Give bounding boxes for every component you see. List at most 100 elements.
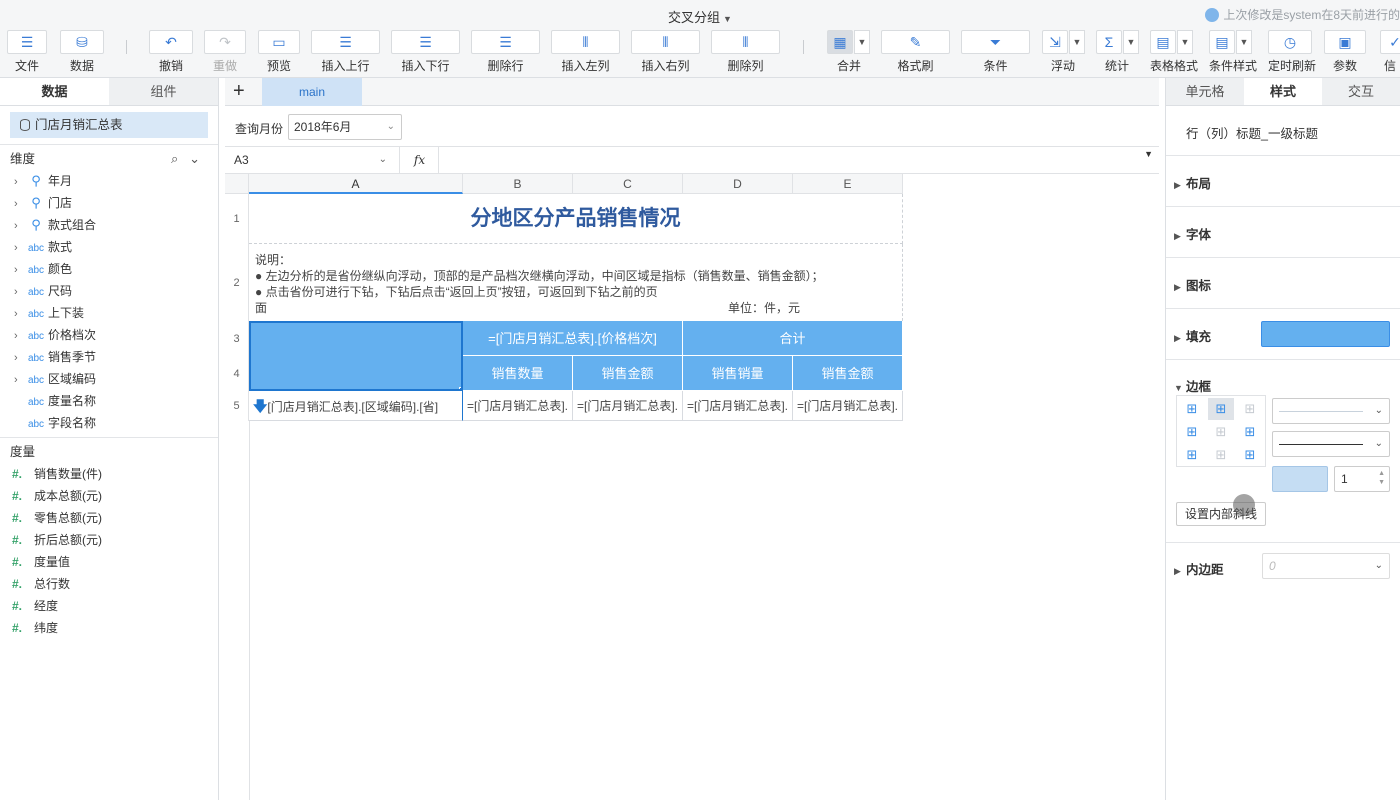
chevron-right-icon[interactable]: › xyxy=(14,259,24,281)
chevron-down-icon[interactable]: ▼ xyxy=(854,30,870,54)
merge-button[interactable]: ▦ ▼ 合并 xyxy=(827,30,871,76)
header-cell-e4[interactable]: 销售金额 xyxy=(793,356,903,391)
column-header-a[interactable]: A xyxy=(249,174,463,194)
border-color-swatch[interactable] xyxy=(1272,466,1328,492)
border-inner-v-icon[interactable]: ⊞ xyxy=(1208,444,1234,466)
dimension-item[interactable]: › ⚲ 年月 xyxy=(0,170,218,192)
cell-reference-box[interactable]: A3 ⌄ xyxy=(225,147,400,173)
tab-data[interactable]: 数据 xyxy=(0,78,109,105)
dimension-item[interactable]: › abc 上下装 xyxy=(0,302,218,324)
data-cell-a5[interactable]: 🡇[门店月销汇总表].[区域编码].[省] xyxy=(249,391,463,421)
table-format-button[interactable]: ▤ ▼ 表格格式 xyxy=(1150,30,1198,76)
measure-item[interactable]: #. 成本总额(元) xyxy=(0,485,218,507)
tab-style[interactable]: 样式 xyxy=(1244,78,1322,105)
add-sheet-icon[interactable]: + xyxy=(233,80,245,102)
chevron-right-icon[interactable]: › xyxy=(14,303,24,325)
dimension-item[interactable]: › ⚲ 门店 xyxy=(0,192,218,214)
preview-button[interactable]: ▭ 预览 xyxy=(258,30,300,76)
header-cell-d4[interactable]: 销售销量 xyxy=(683,356,793,391)
row-header-1[interactable]: 1 xyxy=(225,194,249,244)
padding-select[interactable]: 0 ⌄ xyxy=(1262,553,1390,579)
row-header-2[interactable]: 2 xyxy=(225,244,249,321)
file-button[interactable]: ☰ 文件 xyxy=(7,30,47,76)
data-cell-c5[interactable]: =[门店月销汇总表]. xyxy=(573,391,683,421)
header-cell-price-grade[interactable]: =[门店月销汇总表].[价格档次] xyxy=(463,321,683,356)
delete-row-button[interactable]: ☰ 删除行 xyxy=(471,30,540,76)
chevron-right-icon[interactable]: › xyxy=(14,193,24,215)
border-inner-h-icon[interactable]: ⊞ xyxy=(1208,421,1234,443)
column-header-d[interactable]: D xyxy=(683,174,793,194)
data-cell-d5[interactable]: =[门店月销汇总表]. xyxy=(683,391,793,421)
font-section[interactable]: ▶ 字体 xyxy=(1166,207,1400,258)
stats-button[interactable]: Σ ▼ 统计 xyxy=(1096,30,1139,76)
measure-item[interactable]: #. 度量值 xyxy=(0,551,218,573)
border-style-select-2[interactable]: ⌄ xyxy=(1272,431,1390,457)
month-select[interactable]: 2018年6月 ⌄ xyxy=(288,114,402,140)
dimension-item[interactable]: › abc 价格档次 xyxy=(0,324,218,346)
chevron-right-icon[interactable]: › xyxy=(14,171,24,193)
chevron-right-icon[interactable]: › xyxy=(14,215,24,237)
report-title-cell[interactable]: 分地区分产品销售情况 xyxy=(249,194,903,244)
dimension-item[interactable]: abc 度量名称 xyxy=(0,390,218,412)
fill-color-swatch[interactable] xyxy=(1261,321,1390,347)
border-all-icon[interactable]: ⊞ xyxy=(1179,398,1205,420)
data-button[interactable]: ⛁ 数据 xyxy=(60,30,104,76)
border-bottom-icon[interactable]: ⊞ xyxy=(1237,421,1263,443)
redo-button[interactable]: ↷ 重做 xyxy=(204,30,246,76)
tab-interaction[interactable]: 交互 xyxy=(1322,78,1400,105)
delete-col-button[interactable]: ⦀ 删除列 xyxy=(711,30,780,76)
dimension-item[interactable]: › ⚲ 款式组合 xyxy=(0,214,218,236)
insert-row-above-button[interactable]: ☰ 插入上行 xyxy=(311,30,380,76)
measure-item[interactable]: #. 总行数 xyxy=(0,573,218,595)
chevron-right-icon[interactable]: › xyxy=(14,347,24,369)
border-none-icon[interactable]: ⊞ xyxy=(1237,398,1263,420)
icon-section[interactable]: ▶ 图标 xyxy=(1166,258,1400,309)
chevron-down-icon[interactable]: ▼ xyxy=(1069,30,1085,54)
fx-icon[interactable]: fx xyxy=(401,147,439,173)
dimension-item[interactable]: › abc 尺码 xyxy=(0,280,218,302)
params-button[interactable]: ▣ 参数 xyxy=(1324,30,1366,76)
note-cell[interactable]: 说明： ● 左边分析的是省份继纵向浮动，顶部的是产品档次继横向浮动，中间区域是指… xyxy=(249,244,903,321)
data-cell-e5[interactable]: =[门店月销汇总表]. xyxy=(793,391,903,421)
border-right-icon[interactable]: ⊞ xyxy=(1237,444,1263,466)
header-cell-c4[interactable]: 销售金额 xyxy=(573,356,683,391)
row-header-4[interactable]: 4 xyxy=(225,356,249,391)
more-button[interactable]: ✓ 信 xyxy=(1380,30,1400,76)
chevron-down-icon[interactable]: ▼ xyxy=(1123,30,1139,54)
document-title[interactable]: 交叉分组 ▼ xyxy=(0,7,1400,26)
measure-item[interactable]: #. 纬度 xyxy=(0,617,218,639)
border-width-input[interactable]: 1 ▲ ▼ xyxy=(1334,466,1390,492)
layout-section[interactable]: ▶ 布局 xyxy=(1166,156,1400,207)
measure-item[interactable]: #. 经度 xyxy=(0,595,218,617)
sheet-tab-main[interactable]: main xyxy=(262,78,362,106)
column-header-e[interactable]: E xyxy=(793,174,903,194)
dimension-item[interactable]: › abc 款式 xyxy=(0,236,218,258)
column-header-b[interactable]: B xyxy=(463,174,573,194)
undo-button[interactable]: ↶ 撤销 xyxy=(149,30,193,76)
dimension-item[interactable]: › abc 销售季节 xyxy=(0,346,218,368)
chevron-down-icon[interactable]: ▼ xyxy=(1177,30,1193,54)
insert-col-right-button[interactable]: ⦀ 插入右列 xyxy=(631,30,700,76)
tab-cell[interactable]: 单元格 xyxy=(1166,78,1244,105)
timed-refresh-button[interactable]: ◷ 定时刷新 xyxy=(1268,30,1316,76)
border-left-icon[interactable]: ⊞ xyxy=(1179,444,1205,466)
formula-expand-icon[interactable]: ▼ xyxy=(1144,149,1153,159)
data-cell-b5[interactable]: =[门店月销汇总表]. xyxy=(463,391,573,421)
border-outer-icon[interactable]: ⊞ xyxy=(1208,398,1234,420)
insert-row-below-button[interactable]: ☰ 插入下行 xyxy=(391,30,460,76)
chevron-down-icon[interactable]: ▼ xyxy=(1236,30,1252,54)
header-cell-total[interactable]: 合计 xyxy=(683,321,903,356)
dimension-item[interactable]: › abc 颜色 xyxy=(0,258,218,280)
stepper-icon[interactable]: ▲ ▼ xyxy=(1378,469,1385,487)
format-painter-button[interactable]: ✎ 格式刷 xyxy=(881,30,950,76)
selected-cell-a3[interactable] xyxy=(249,321,463,391)
search-icon[interactable]: ⌕ xyxy=(171,151,178,166)
measure-item[interactable]: #. 零售总额(元) xyxy=(0,507,218,529)
dimension-item[interactable]: › abc 区域编码 xyxy=(0,368,218,390)
dataset-item[interactable]: 门店月销汇总表 xyxy=(10,112,208,138)
float-button[interactable]: ⇲ ▼ 浮动 xyxy=(1042,30,1085,76)
tab-components[interactable]: 组件 xyxy=(109,78,218,105)
border-style-select-1[interactable]: ⌄ xyxy=(1272,398,1390,424)
chevron-down-icon[interactable]: ⌄ xyxy=(189,151,200,166)
chevron-right-icon[interactable]: › xyxy=(14,369,24,391)
